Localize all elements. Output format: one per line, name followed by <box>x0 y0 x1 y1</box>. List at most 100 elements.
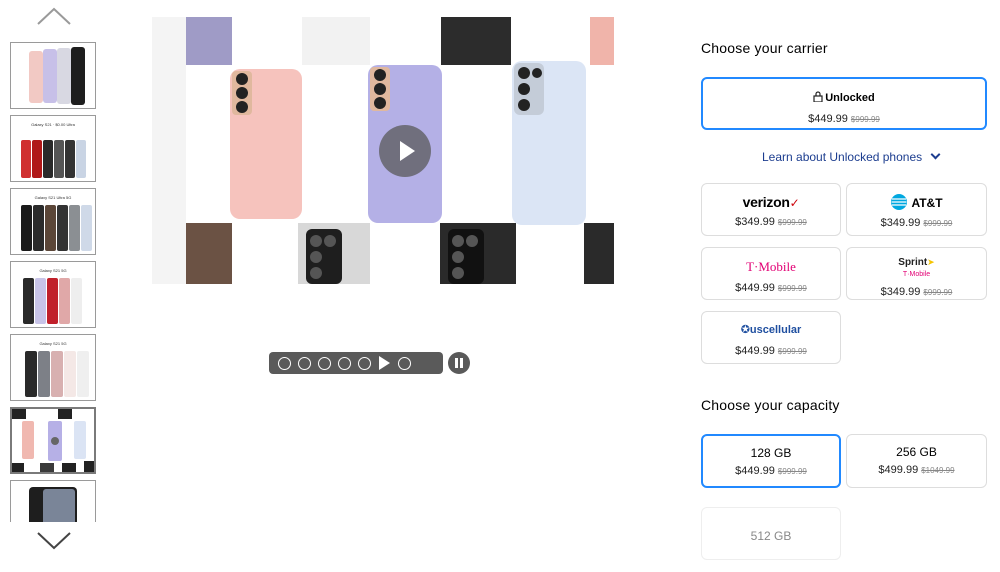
carrier-label: Unlocked <box>703 91 985 104</box>
thumbnail-item[interactable]: Galaxy S21 5G <box>10 334 96 401</box>
carousel-dot[interactable] <box>318 356 331 370</box>
original-price: $999.99 <box>777 218 807 227</box>
carrier-option-uscellular[interactable]: ✪uscellular $449.99 $999.99 <box>701 311 841 364</box>
price-row: $349.99 $999.99 <box>847 282 986 300</box>
sprint-logo: Sprint➤ T·Mobile <box>847 256 986 279</box>
tmobile-logo: T·Mobile <box>746 259 796 274</box>
original-price: $999.99 <box>777 467 807 476</box>
capacity-option-128gb[interactable]: 128 GB $449.99 $999.99 <box>701 434 841 488</box>
capacity-label: 512 GB <box>750 529 792 543</box>
carrier-name: Unlocked <box>825 92 875 104</box>
thumbnail-image <box>29 487 77 522</box>
price: $449.99 <box>735 345 775 357</box>
learn-unlocked-link[interactable]: Learn about Unlocked phones <box>762 149 941 164</box>
carrier-option-unlocked[interactable]: Unlocked $449.99 $999.99 <box>701 77 987 130</box>
carousel-dot[interactable] <box>398 356 411 370</box>
carrier-name: Sprint <box>898 257 928 268</box>
lock-icon <box>813 91 823 103</box>
phone-tile <box>186 223 232 284</box>
carrier-option-sprint[interactable]: Sprint➤ T·Mobile $349.99 $999.99 <box>846 247 987 300</box>
price-row: $449.99 $999.99 <box>703 461 839 479</box>
carousel-dot[interactable] <box>298 356 311 370</box>
price-row: $349.99 $999.99 <box>702 212 840 230</box>
att-globe-icon <box>891 194 908 210</box>
thumbnail-caption: Galaxy S21 5G <box>39 268 67 273</box>
original-price: $999.99 <box>850 115 880 124</box>
price-row: $349.99 $999.99 <box>847 213 986 231</box>
capacity-label: 256 GB <box>896 445 937 459</box>
original-price: $999.99 <box>923 219 953 228</box>
chevron-up-icon <box>37 7 71 25</box>
phone-tile <box>441 17 511 65</box>
chevron-down-icon <box>37 532 71 550</box>
carrier-heading: Choose your carrier <box>701 40 828 56</box>
price-row: $499.99 $1049.99 <box>847 460 986 478</box>
star-icon: ✪ <box>740 324 750 336</box>
checkmark-icon: ✓ <box>789 196 800 210</box>
price: $349.99 <box>880 286 921 298</box>
carrier-name: uscellular <box>749 324 802 336</box>
carrier-name: AT&T <box>911 196 943 210</box>
thumbnail-item[interactable] <box>10 42 96 109</box>
thumbnail-caption: Galaxy S21 · $0.00 Ultra <box>31 122 75 127</box>
chevron-down-icon <box>930 149 941 160</box>
camera-module <box>514 63 544 115</box>
carrier-subname: T·Mobile <box>902 271 931 278</box>
product-video[interactable] <box>186 17 614 284</box>
original-price: $999.99 <box>777 347 807 356</box>
thumbnail-item-active[interactable] <box>10 407 96 474</box>
camera-module <box>370 67 390 111</box>
phone-tile <box>590 17 614 65</box>
verizon-logo: verizon✓ <box>702 194 840 210</box>
price: $449.99 <box>735 465 775 477</box>
carrier-option-tmobile[interactable]: T·Mobile $449.99 $999.99 <box>701 247 841 300</box>
original-price: $999.99 <box>923 288 953 297</box>
carrier-name: verizon <box>742 194 790 210</box>
price-row: $449.99 $999.99 <box>702 278 840 296</box>
carousel-dot[interactable] <box>358 356 371 370</box>
price: $449.99 <box>735 282 775 294</box>
sprint-wing-icon: ➤ <box>927 257 935 267</box>
original-price: $1049.99 <box>921 466 955 475</box>
pause-button[interactable] <box>448 352 470 374</box>
price: $499.99 <box>878 464 919 476</box>
phone-tile <box>302 17 370 65</box>
price: $449.99 <box>808 113 848 125</box>
original-price: $999.99 <box>777 284 807 293</box>
capacity-option-512gb[interactable]: 512 GB <box>701 507 841 560</box>
thumbnail-image <box>12 409 94 472</box>
thumbnail-image <box>29 47 85 105</box>
camera-module <box>306 229 342 284</box>
carousel-dot[interactable] <box>278 356 291 370</box>
phone-tile <box>584 223 614 284</box>
learn-unlocked-label: Learn about Unlocked phones <box>762 150 923 164</box>
thumbnail-item[interactable]: Galaxy S21 Ultra 5G <box>10 188 96 255</box>
price-row: $449.99 $999.99 <box>703 109 985 127</box>
carousel-indicators <box>269 352 443 374</box>
thumbnail-scroll-up-button[interactable] <box>36 6 72 26</box>
phone-tile <box>186 17 232 65</box>
camera-module <box>448 229 484 284</box>
carrier-option-att[interactable]: AT&T $349.99 $999.99 <box>846 183 987 236</box>
thumbnail-item[interactable]: Galaxy S21 5G <box>10 261 96 328</box>
camera-module <box>232 71 252 115</box>
uscellular-logo: ✪uscellular <box>702 323 840 336</box>
video-play-button[interactable] <box>379 125 431 177</box>
thumbnail-item[interactable]: Galaxy S21 · $0.00 Ultra <box>10 115 96 182</box>
capacity-option-256gb[interactable]: 256 GB $499.99 $1049.99 <box>846 434 987 488</box>
thumbnail-item[interactable] <box>10 480 96 522</box>
thumbnail-scroll-down-button[interactable] <box>36 530 72 550</box>
carrier-option-verizon[interactable]: verizon✓ $349.99 $999.99 <box>701 183 841 236</box>
thumbnail-caption: Galaxy S21 5G <box>39 341 67 346</box>
media-left-edge <box>152 17 186 284</box>
capacity-label: 128 GB <box>750 446 792 460</box>
price: $349.99 <box>735 216 775 228</box>
thumbnail-list: Galaxy S21 · $0.00 Ultra Galaxy S21 Ultr… <box>10 42 97 522</box>
capacity-heading: Choose your capacity <box>701 397 840 413</box>
price: $349.99 <box>880 217 921 229</box>
thumbnail-caption: Galaxy S21 Ultra 5G <box>34 195 72 200</box>
play-icon[interactable] <box>379 356 390 370</box>
att-logo: AT&T <box>847 193 986 211</box>
carousel-dot[interactable] <box>338 356 351 370</box>
price-row: $449.99 $999.99 <box>702 341 840 359</box>
